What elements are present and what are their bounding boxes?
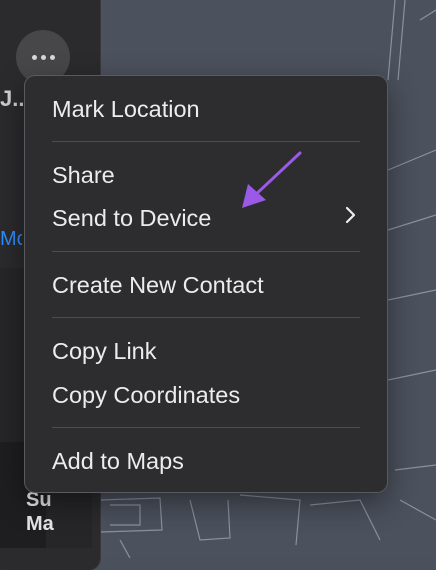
place-subtitle: Su Ma — [26, 488, 54, 536]
menu-separator — [52, 317, 360, 318]
menu-separator — [52, 141, 360, 142]
menu-item-copy-coordinates[interactable]: Copy Coordinates — [52, 380, 240, 410]
menu-separator — [52, 251, 360, 252]
menu-item-mark-location[interactable]: Mark Location — [52, 94, 200, 124]
place-link[interactable]: Mo — [0, 228, 22, 251]
menu-item-add-to-maps[interactable]: Add to Maps — [52, 446, 184, 476]
menu-item-create-new-contact[interactable]: Create New Contact — [52, 270, 264, 300]
menu-item-copy-link[interactable]: Copy Link — [52, 336, 157, 366]
ellipsis-icon — [31, 54, 55, 60]
menu-item-send-to-device[interactable]: Send to Device — [52, 203, 211, 233]
menu-separator — [52, 427, 360, 428]
arrow-icon — [242, 151, 302, 208]
menu-item-share[interactable]: Share — [52, 160, 115, 190]
chevron-right-icon — [345, 206, 356, 224]
place-subtitle-line-2: Ma — [26, 513, 54, 535]
context-menu: Mark Location Share Send to Device Creat… — [25, 76, 387, 492]
